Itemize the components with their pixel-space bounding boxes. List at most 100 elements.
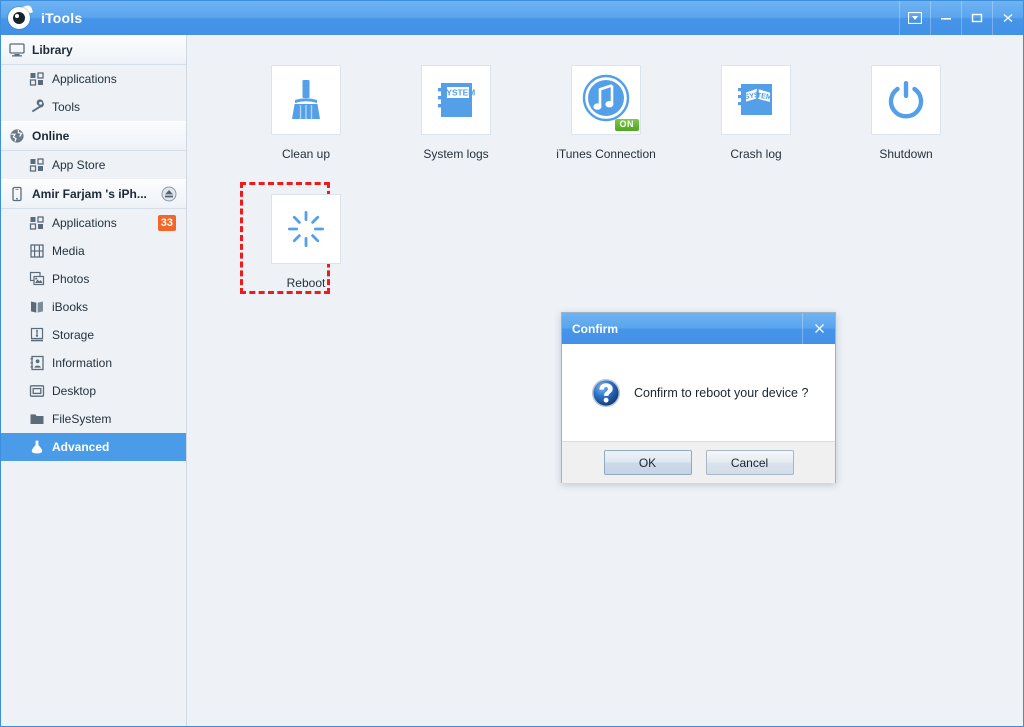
tool-row-2: Reboot — [231, 182, 1023, 294]
sidebar-item-app-store[interactable]: App Store — [1, 151, 186, 179]
tool-label: Clean up — [281, 147, 331, 161]
collapse-button[interactable] — [899, 1, 930, 35]
tool-grid: Clean up SYSTEM System logs ON iTunes Co… — [187, 35, 1023, 294]
window-controls — [899, 1, 1023, 35]
tool-crash-log[interactable]: SYS TEM Crash log — [681, 65, 831, 161]
broom-icon — [292, 80, 320, 119]
folder-icon — [30, 414, 44, 424]
tool-label: Shutdown — [879, 147, 933, 161]
crash-notebook-icon: SYS TEM — [738, 84, 772, 115]
close-icon — [1003, 14, 1013, 22]
cancel-button[interactable]: Cancel — [705, 450, 794, 475]
sidebar-item-label: Tools — [52, 100, 81, 114]
flask-icon — [31, 440, 43, 454]
book-icon — [31, 301, 43, 313]
tool-icon-box — [271, 65, 341, 135]
boxed-down-arrow-icon — [908, 12, 922, 24]
photos-icon — [29, 271, 45, 286]
ok-button[interactable]: OK — [603, 450, 692, 475]
tool-label: Crash log — [730, 147, 782, 161]
sidebar-item-label: Media — [52, 244, 85, 258]
tool-icon-box: SYSTEM — [421, 65, 491, 135]
monitor-icon — [9, 43, 25, 57]
sidebar-item-label: Information — [52, 356, 113, 370]
sidebar-item-photos[interactable]: Photos — [1, 265, 186, 293]
sidebar: Library Applications Tools Online App St… — [1, 35, 187, 726]
tool-label: iTunes Connection — [556, 147, 656, 161]
sidebar-item-label: Applications — [52, 216, 117, 230]
tool-icon-box — [271, 194, 341, 264]
app-title: iTools — [41, 10, 83, 26]
sidebar-item-media[interactable]: Media — [1, 237, 186, 265]
svg-text:SYSTEM: SYSTEM — [441, 88, 475, 98]
eject-icon[interactable] — [161, 186, 177, 202]
grid-apps-icon — [29, 158, 44, 172]
sidebar-section-label: Library — [32, 43, 73, 57]
applications-count-badge: 33 — [157, 215, 176, 231]
maximize-icon — [971, 13, 983, 23]
sidebar-item-desktop[interactable]: Desktop — [1, 377, 186, 405]
dialog-message: Confirm to reboot your device ? — [634, 385, 809, 400]
dialog-title: Confirm — [572, 321, 618, 336]
itunes-on-badge: ON — [614, 119, 639, 131]
dialog-close-button[interactable] — [802, 313, 835, 344]
tool-label: Reboot — [286, 276, 326, 290]
sidebar-section-library[interactable]: Library — [1, 35, 186, 65]
dialog-body: Confirm to reboot your device ? — [562, 344, 835, 441]
tool-shutdown[interactable]: Shutdown — [831, 65, 981, 161]
sidebar-item-storage[interactable]: Storage — [1, 321, 186, 349]
wrench-icon — [31, 99, 44, 113]
sidebar-item-label: Advanced — [52, 440, 110, 454]
itools-eye-logo-icon — [7, 4, 33, 31]
sidebar-item-tools[interactable]: Tools — [1, 93, 186, 121]
sidebar-section-label: Online — [32, 129, 70, 143]
title-bar: iTools — [1, 1, 1023, 36]
sidebar-item-advanced[interactable]: Advanced — [1, 433, 186, 461]
system-notebook-icon: SYSTEM — [438, 83, 475, 117]
sidebar-item-applications-device[interactable]: Applications 33 — [1, 209, 186, 237]
close-icon — [814, 324, 824, 333]
film-icon — [30, 244, 44, 258]
sidebar-section-online[interactable]: Online — [1, 121, 186, 151]
power-icon — [888, 81, 924, 119]
question-mark-icon — [591, 378, 621, 407]
sidebar-item-applications-library[interactable]: Applications — [1, 65, 186, 93]
sidebar-item-label: Applications — [52, 72, 117, 86]
sidebar-device-label: Amir Farjam 's iPh... — [32, 187, 147, 201]
dialog-title-bar: Confirm — [562, 313, 835, 344]
itools-window: iTools Library Applications Tools Online… — [0, 0, 1024, 727]
tool-row-1: Clean up SYSTEM System logs ON iTunes Co… — [231, 65, 1023, 161]
dialog-footer: OK Cancel — [562, 441, 835, 483]
maximize-button[interactable] — [961, 1, 992, 35]
confirm-dialog: Confirm Confirm to reboot your device ? … — [561, 312, 836, 483]
tool-icon-box — [871, 65, 941, 135]
contact-card-icon — [30, 355, 44, 371]
sidebar-item-label: Photos — [52, 272, 90, 286]
close-button[interactable] — [992, 1, 1023, 35]
tool-icon-box: ON — [571, 65, 641, 135]
sidebar-item-filesystem[interactable]: FileSystem — [1, 405, 186, 433]
tool-label: System logs — [423, 147, 489, 161]
grid-apps-icon — [29, 72, 44, 86]
usb-storage-icon — [30, 327, 44, 342]
sidebar-item-ibooks[interactable]: iBooks — [1, 293, 186, 321]
sidebar-item-label: Storage — [52, 328, 95, 342]
tool-reboot[interactable]: Reboot — [231, 182, 381, 294]
sidebar-item-label: FileSystem — [52, 412, 112, 426]
minimize-button[interactable] — [930, 1, 961, 35]
desktop-icon — [29, 385, 45, 397]
sidebar-item-information[interactable]: Information — [1, 349, 186, 377]
globe-icon — [10, 129, 24, 143]
tool-icon-box: SYS TEM — [721, 65, 791, 135]
main-content: Clean up SYSTEM System logs ON iTunes Co… — [187, 35, 1023, 726]
sidebar-item-label: Desktop — [52, 384, 97, 398]
sidebar-section-device[interactable]: Amir Farjam 's iPh... — [1, 179, 186, 209]
minimize-icon — [941, 18, 951, 20]
tool-itunes-connection[interactable]: ON iTunes Connection — [531, 65, 681, 161]
tool-system-logs[interactable]: SYSTEM System logs — [381, 65, 531, 161]
iphone-icon — [12, 186, 22, 202]
sidebar-item-label: iBooks — [52, 300, 89, 314]
grid-apps-icon — [29, 216, 44, 230]
sidebar-item-label: App Store — [52, 158, 106, 172]
tool-clean-up[interactable]: Clean up — [231, 65, 381, 161]
